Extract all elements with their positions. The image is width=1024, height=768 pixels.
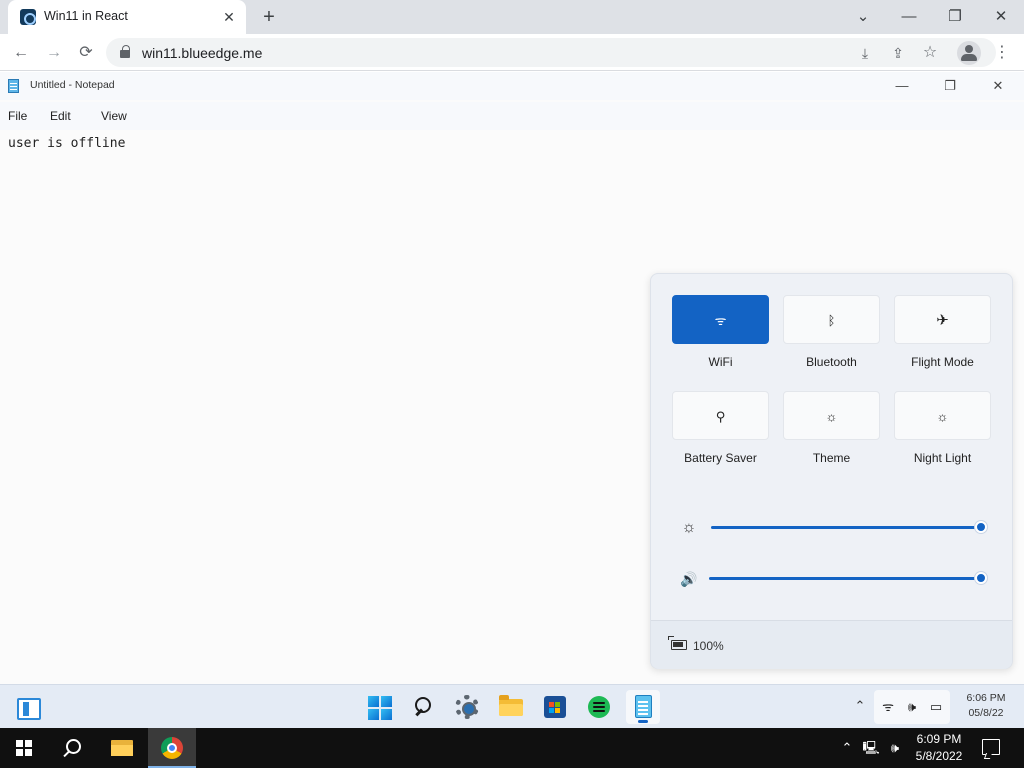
- bluetooth-toggle[interactable]: ᛒ: [783, 295, 880, 344]
- folder-icon: [111, 740, 133, 756]
- quick-settings-footer: 100%: [651, 620, 1012, 669]
- profile-avatar[interactable]: [957, 41, 981, 65]
- tray-volume-icon: 🕪: [907, 699, 917, 714]
- bookmark-star-icon[interactable]: ☆: [918, 41, 942, 65]
- win11-taskbar: ⌃ ᯤ 🕪 ▭ 6:06 PM 05/8/22: [0, 684, 1024, 728]
- browser-close-button[interactable]: ✕: [987, 4, 1015, 30]
- menu-file[interactable]: File: [8, 109, 27, 123]
- wifi-icon: ᯤ: [714, 313, 727, 328]
- widgets-icon: [17, 698, 41, 720]
- search-button[interactable]: [406, 690, 440, 724]
- wifi-label: WiFi: [708, 355, 733, 369]
- browser-menu-button[interactable]: ⋮: [992, 41, 1012, 65]
- host-volume-icon[interactable]: 🕪: [886, 739, 904, 757]
- address-bar[interactable]: win11.blueedge.me ⤓ ⇪ ☆: [106, 38, 996, 67]
- share-icon[interactable]: ⇪: [886, 41, 910, 65]
- tab-search-button[interactable]: ⌄: [849, 4, 877, 30]
- widgets-button[interactable]: [8, 690, 50, 724]
- volume-slider-track[interactable]: [709, 577, 981, 580]
- win11-clock[interactable]: 6:06 PM 05/8/22: [958, 691, 1014, 721]
- lock-icon[interactable]: [120, 45, 130, 59]
- settings-app[interactable]: [450, 690, 484, 724]
- url-text[interactable]: win11.blueedge.me: [142, 45, 262, 61]
- notepad-menubar: File Edit View: [0, 102, 1024, 130]
- bluetooth-icon: ᛒ: [827, 313, 836, 328]
- host-clock-date: 5/8/2022: [915, 749, 963, 763]
- notepad-minimize-button[interactable]: —: [890, 76, 914, 96]
- browser-tab[interactable]: Win11 in React ✕: [8, 0, 246, 34]
- volume-icon: 🔊: [680, 571, 698, 587]
- browser-toolbar: ← → ⟳ win11.blueedge.me ⤓ ⇪ ☆: [0, 34, 1024, 71]
- battery-percentage: 100%: [693, 639, 724, 653]
- notepad-title: Untitled - Notepad: [30, 79, 115, 91]
- host-tray-chevron-icon[interactable]: ⌃: [838, 739, 856, 757]
- theme-toggle[interactable]: ☼: [783, 391, 880, 440]
- chrome-icon: [161, 737, 183, 759]
- quick-settings-tray-button[interactable]: ᯤ 🕪 ▭: [874, 690, 950, 724]
- new-tab-button[interactable]: +: [258, 6, 280, 28]
- tray-battery-icon: ▭: [929, 699, 943, 714]
- store-app[interactable]: [538, 690, 572, 724]
- win11-clock-time: 6:06 PM: [966, 692, 1006, 704]
- windows-start-icon: [368, 696, 392, 720]
- store-icon: [544, 696, 566, 718]
- brightness-slider-track[interactable]: [711, 526, 981, 529]
- host-search-icon[interactable]: [54, 736, 90, 760]
- back-button[interactable]: ←: [8, 40, 34, 66]
- theme-label: Theme: [812, 451, 851, 465]
- notepad-maximize-button[interactable]: ❐: [938, 76, 962, 96]
- host-clock-time: 6:09 PM: [916, 732, 962, 746]
- site-favicon-icon: [20, 9, 36, 25]
- menu-edit[interactable]: Edit: [50, 109, 71, 123]
- night-light-label: Night Light: [913, 451, 972, 465]
- theme-icon: ☼: [825, 409, 838, 424]
- host-taskbar: ⌃ 🖳 🕪 6:09 PM 5/8/2022: [0, 728, 1024, 768]
- folder-icon: [499, 695, 523, 716]
- start-button[interactable]: [362, 690, 396, 724]
- battery-saver-icon: ⚲: [715, 409, 726, 424]
- browser-minimize-button[interactable]: —: [895, 4, 923, 30]
- host-file-explorer-app[interactable]: [98, 728, 146, 768]
- wifi-toggle[interactable]: ᯤ: [672, 295, 769, 344]
- host-clock[interactable]: 6:09 PM 5/8/2022: [906, 731, 972, 765]
- night-light-icon: ☼: [936, 409, 949, 424]
- brightness-slider-thumb[interactable]: [975, 521, 987, 533]
- file-explorer-app[interactable]: [494, 690, 528, 724]
- reload-button[interactable]: ⟳: [73, 40, 99, 66]
- menu-view[interactable]: View: [101, 109, 127, 123]
- airplane-icon: ✈: [936, 312, 949, 329]
- install-app-icon[interactable]: ⤓: [853, 41, 877, 65]
- notepad-titlebar[interactable]: Untitled - Notepad — ❐ ✕: [0, 72, 1024, 100]
- quick-settings-panel: ᯤ WiFi ᛒ Bluetooth ✈ Flight Mode ⚲ Batte…: [650, 273, 1013, 669]
- night-light-toggle[interactable]: ☼: [894, 391, 991, 440]
- flight-mode-label: Flight Mode: [911, 355, 974, 369]
- tray-wifi-icon: ᯤ: [882, 699, 894, 714]
- spotify-icon: [588, 696, 610, 718]
- host-network-icon[interactable]: 🖳: [862, 739, 880, 757]
- brightness-icon: ☼: [681, 519, 697, 536]
- notepad-app[interactable]: [626, 690, 660, 724]
- spotify-app[interactable]: [582, 690, 616, 724]
- browser-restore-button[interactable]: ❐: [941, 4, 969, 30]
- notepad-icon: [8, 79, 19, 93]
- battery-icon: [668, 636, 687, 650]
- flight-mode-toggle[interactable]: ✈: [894, 295, 991, 344]
- tab-close-icon[interactable]: ✕: [220, 8, 238, 26]
- notification-center-icon[interactable]: [982, 739, 1000, 755]
- volume-slider-thumb[interactable]: [975, 572, 987, 584]
- notepad-close-button[interactable]: ✕: [986, 76, 1010, 96]
- win11-clock-date: 05/8/22: [968, 707, 1004, 719]
- gear-icon: [455, 695, 479, 719]
- browser-tabstrip: Win11 in React ✕ + ⌄ — ❐ ✕: [0, 0, 1024, 34]
- host-chrome-app[interactable]: [148, 728, 196, 768]
- bluetooth-label: Bluetooth: [806, 355, 857, 369]
- tab-title: Win11 in React: [44, 9, 128, 23]
- battery-saver-label: Battery Saver: [684, 451, 757, 465]
- tray-overflow-chevron-icon[interactable]: ⌃: [852, 697, 868, 715]
- forward-button[interactable]: →: [41, 40, 67, 66]
- battery-saver-toggle[interactable]: ⚲: [672, 391, 769, 440]
- notepad-text-area[interactable]: user is offline: [8, 136, 125, 151]
- host-start-icon[interactable]: [16, 740, 32, 756]
- notepad-icon: [635, 695, 652, 718]
